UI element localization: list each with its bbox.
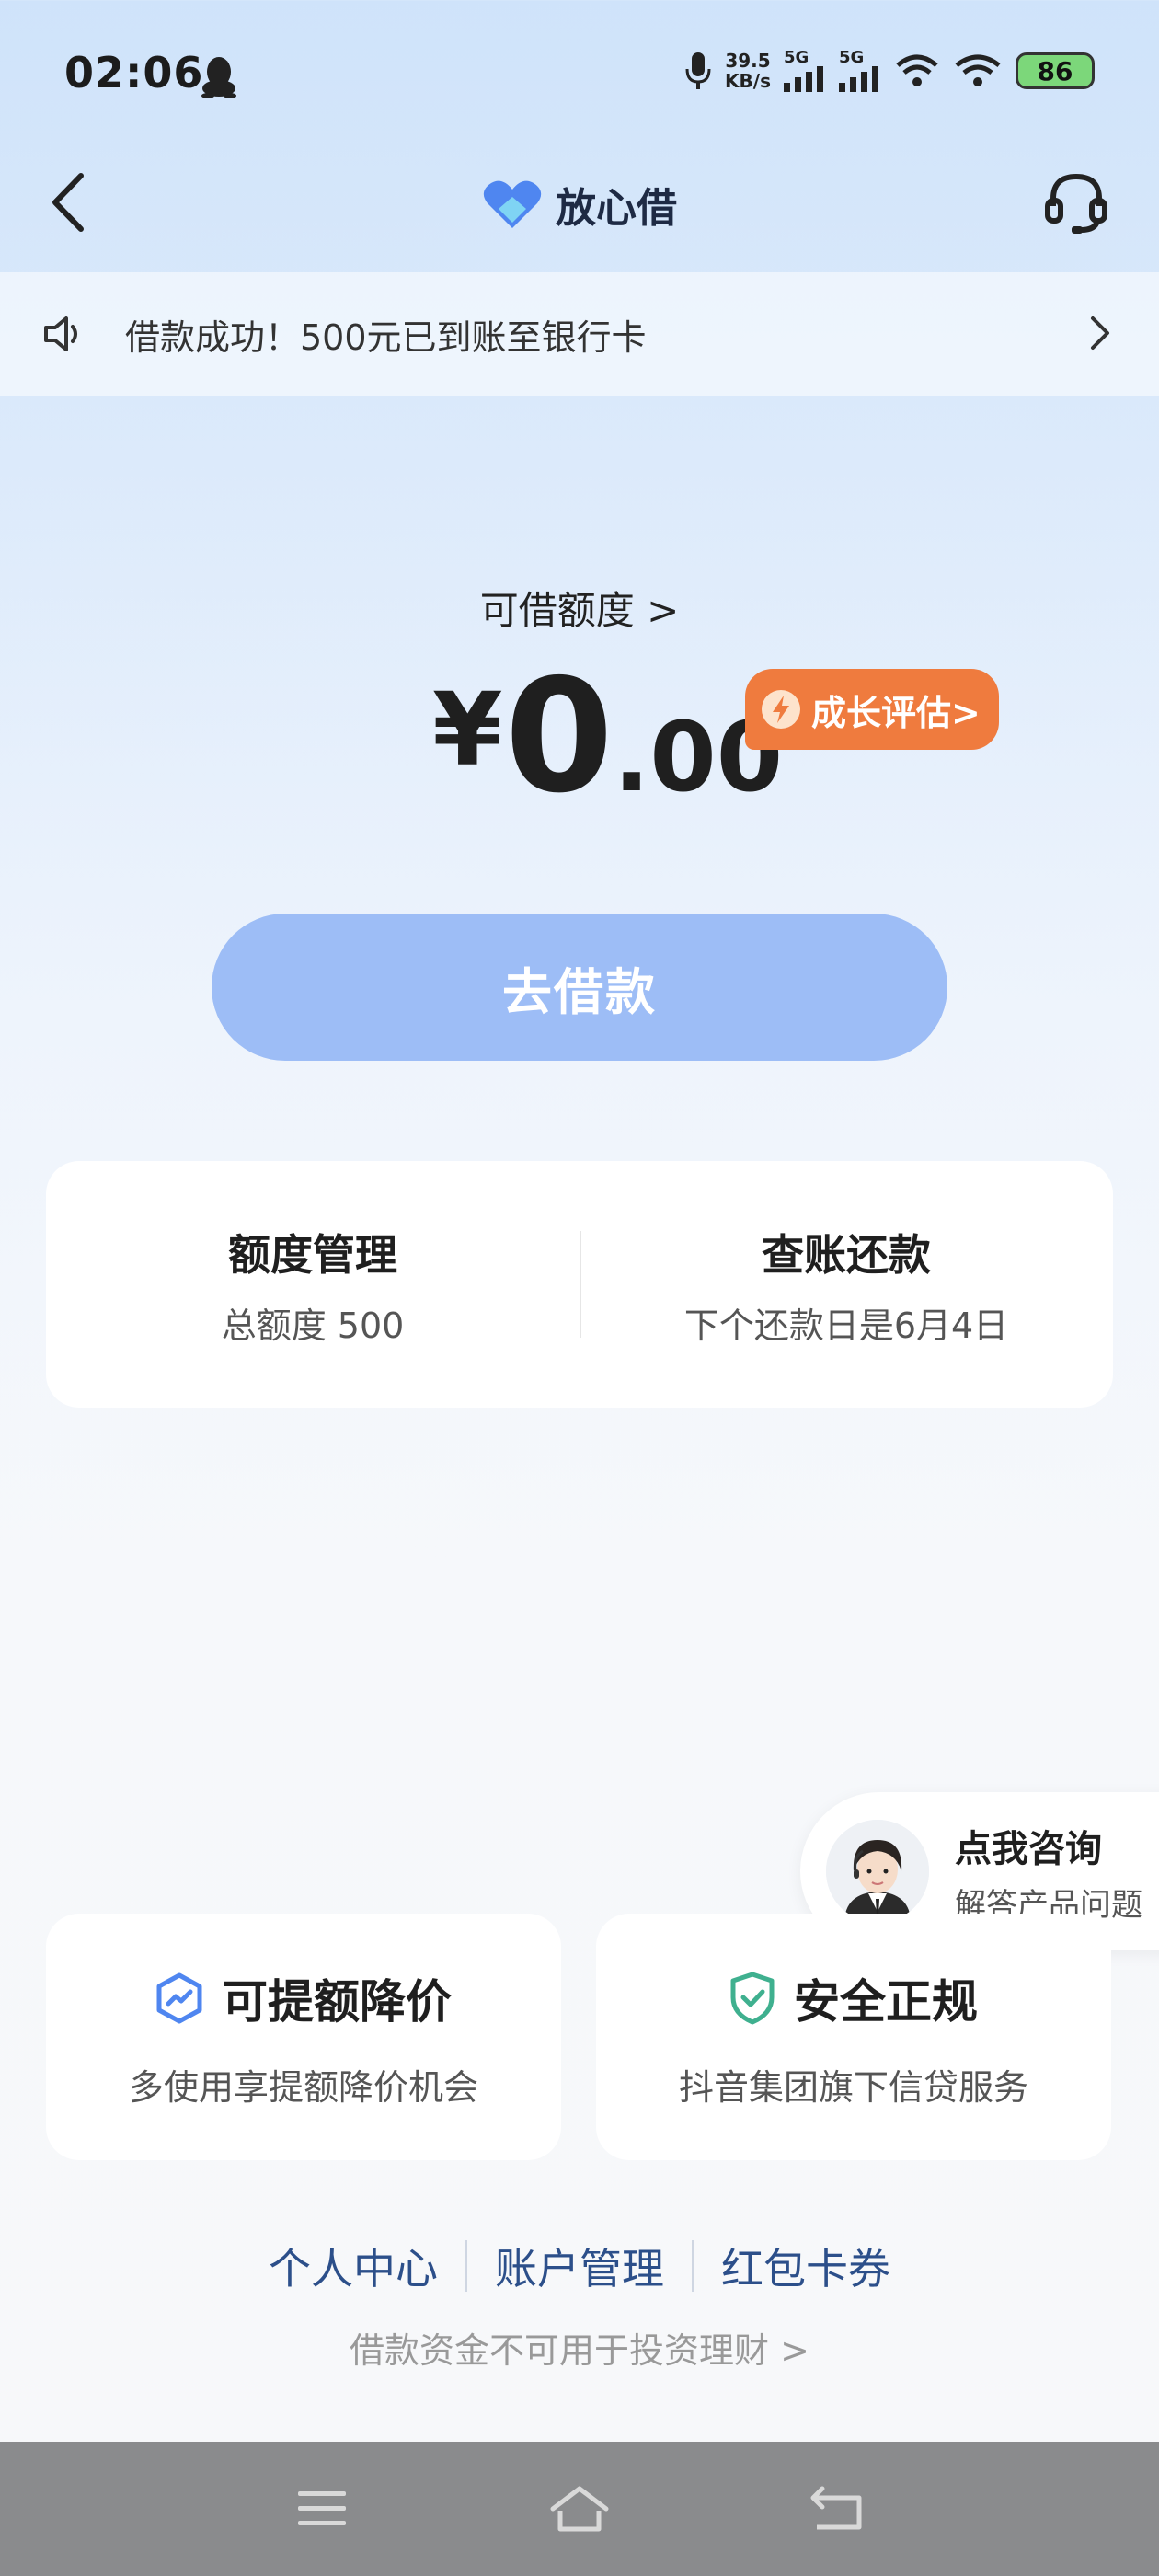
menu-button[interactable] — [285, 2478, 359, 2539]
feature-subtitle: 多使用享提额降价机会 — [128, 2066, 478, 2108]
back-nav-button[interactable] — [800, 2478, 874, 2539]
return-icon — [810, 2486, 862, 2530]
trend-up-shield-icon — [156, 1972, 202, 2023]
brand-logo-icon — [483, 180, 542, 228]
link-personal-center[interactable]: 个人中心 — [241, 2236, 465, 2296]
customer-service-button[interactable] — [1039, 166, 1113, 239]
disclaimer-text[interactable]: 借款资金不可用于投资理财 > — [0, 2322, 1159, 2373]
bill-repayment-entry[interactable]: 查账还款 下个还款日是6月4日 — [580, 1161, 1113, 1408]
growth-evaluation-label: 成长评估> — [811, 692, 981, 733]
speaker-icon — [44, 316, 77, 351]
feature-card-security[interactable]: 安全正规 抖音集团旗下信贷服务 — [596, 1914, 1111, 2160]
signal-bars-icon — [784, 66, 823, 92]
link-account-management[interactable]: 账户管理 — [467, 2236, 692, 2296]
next-repayment-text: 下个还款日是6月4日 — [683, 1305, 1009, 1346]
feature-title: 可提额降价 — [222, 1974, 452, 2029]
home-button[interactable] — [543, 2478, 616, 2539]
qq-icon — [201, 57, 236, 98]
system-navigation-bar — [0, 2442, 1159, 2576]
signal-2: 5G — [839, 50, 881, 92]
total-limit-text: 总额度 500 — [221, 1305, 405, 1346]
feature-subtitle: 抖音集团旗下信贷服务 — [678, 2066, 1028, 2108]
agent-avatar-icon — [826, 1820, 929, 1923]
link-coupons[interactable]: 红包卡券 — [694, 2236, 918, 2296]
borrow-button[interactable]: 去借款 — [212, 914, 947, 1061]
credit-amount: ¥ 0 .00 — [432, 659, 783, 815]
home-icon — [550, 2486, 609, 2532]
signal-bars-icon — [839, 66, 878, 92]
wifi-icon — [896, 54, 938, 86]
limit-management-title: 额度管理 — [228, 1229, 397, 1280]
currency-symbol: ¥ — [432, 671, 503, 788]
network-speed: 39.5 KB/s — [725, 50, 771, 92]
limit-management-entry[interactable]: 额度管理 总额度 500 — [46, 1161, 580, 1408]
chevron-right-icon — [1091, 316, 1109, 350]
lightning-icon — [762, 690, 800, 729]
shield-check-icon — [730, 1972, 775, 2024]
feature-title: 安全正规 — [794, 1974, 978, 2029]
feature-card-limit-increase[interactable]: 可提额降价 多使用享提额降价机会 — [46, 1914, 561, 2160]
agent-avatar — [826, 1820, 929, 1923]
microphone-icon — [685, 52, 711, 89]
notice-bar[interactable]: 借款成功！500元已到账至银行卡 — [0, 272, 1159, 396]
bill-repayment-title: 查账还款 — [762, 1229, 931, 1280]
status-icons: 39.5 KB/s 5G 5G 86 — [684, 50, 1095, 92]
consult-title: 点我咨询 — [955, 1827, 1102, 1870]
growth-evaluation-button[interactable]: 成长评估> — [745, 669, 999, 750]
status-time: 02:06 — [64, 48, 204, 98]
battery-indicator: 86 — [1016, 52, 1095, 89]
page-title: 放心借 — [556, 185, 677, 232]
wifi-icon — [955, 54, 1001, 86]
amount-integer: 0 — [504, 646, 614, 828]
app-brand: 放心借 — [0, 175, 1159, 234]
footer-links: 个人中心 账户管理 红包卡券 — [0, 2236, 1159, 2296]
notice-text: 借款成功！500元已到账至银行卡 — [125, 316, 647, 358]
account-summary-card: 额度管理 总额度 500 查账还款 下个还款日是6月4日 — [46, 1161, 1113, 1408]
menu-icon — [298, 2491, 346, 2525]
headset-icon — [1045, 173, 1107, 234]
signal-1: 5G — [784, 50, 826, 92]
available-credit-label[interactable]: 可借额度 > — [0, 580, 1159, 636]
